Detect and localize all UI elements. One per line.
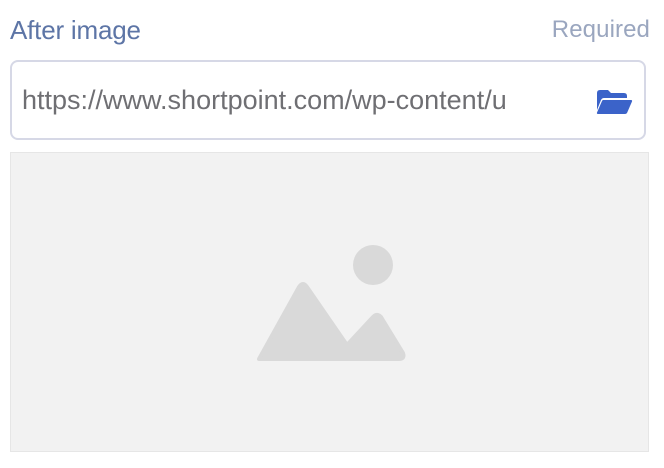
image-url-box (10, 60, 646, 140)
image-url-input[interactable] (22, 80, 590, 120)
required-indicator: Required (551, 16, 650, 43)
folder-open-icon (596, 90, 633, 114)
image-preview (10, 152, 649, 452)
browse-folder-button[interactable] (594, 86, 634, 118)
after-image-field: After image Required (0, 0, 664, 468)
image-placeholder-icon (257, 245, 406, 361)
label-row: After image Required (10, 12, 650, 48)
field-label: After image (10, 14, 141, 45)
